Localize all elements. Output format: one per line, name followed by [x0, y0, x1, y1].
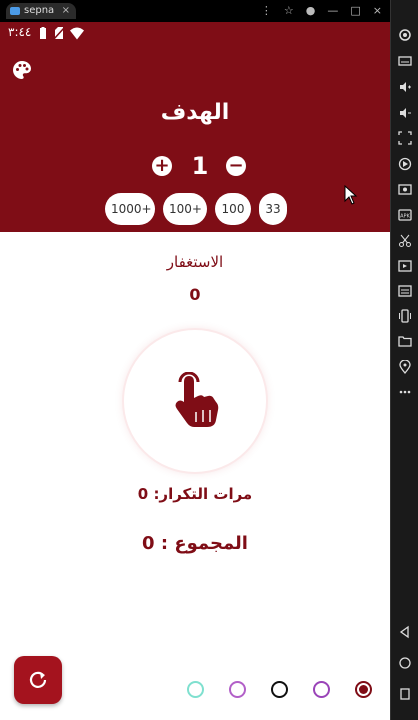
color-option-teal[interactable] [187, 681, 204, 698]
hand-pointer-icon [175, 372, 219, 427]
screenshot-icon[interactable] [398, 182, 412, 196]
color-option-purple[interactable] [229, 681, 246, 698]
apk-install-icon[interactable]: APK [398, 208, 412, 222]
goal-value: 1 [191, 152, 209, 180]
goal-preset-chips: 1000+ 100+ 100 33 [105, 193, 287, 225]
settings-icon[interactable] [398, 28, 412, 42]
no-sim-icon [54, 27, 64, 40]
dhikr-count: 0 [189, 285, 201, 304]
status-icons [38, 27, 84, 40]
chip-100[interactable]: 100 [215, 193, 251, 225]
total-label: المجموع : [160, 533, 248, 554]
color-option-maroon[interactable] [355, 681, 372, 698]
color-option-violet[interactable] [313, 681, 330, 698]
refresh-icon [29, 671, 47, 688]
volume-down-icon[interactable] [398, 106, 412, 120]
emulator-sidebar: APK [390, 0, 418, 720]
maximize-icon[interactable]: □ [350, 2, 360, 20]
record-screen-icon[interactable] [398, 157, 412, 171]
record-icon[interactable]: ● [306, 2, 316, 20]
mirror-toolbar: ⋮ ☆ ● — □ × [261, 2, 382, 20]
status-bar: ٣:٤٤ [0, 22, 390, 46]
shake-icon[interactable] [398, 309, 412, 323]
dhikr-label: الاستغفار [166, 253, 224, 271]
selected-indicator [359, 685, 368, 694]
volume-up-icon[interactable] [398, 80, 412, 94]
minimize-icon[interactable]: — [327, 2, 338, 20]
fullscreen-icon[interactable] [398, 131, 412, 145]
goal-title: الهدف [160, 100, 230, 125]
color-option-black[interactable] [271, 681, 288, 698]
scissors-icon[interactable] [398, 234, 412, 248]
chip-100-plus[interactable]: 100+ [163, 193, 207, 225]
more-menu-icon[interactable]: ⋮ [261, 2, 272, 20]
increment-button[interactable]: + [152, 156, 172, 176]
keyboard-icon[interactable] [398, 54, 412, 68]
more-options-icon[interactable] [398, 385, 412, 399]
mirror-tab-label: sepna [24, 5, 55, 16]
reset-button[interactable] [14, 656, 62, 704]
tab-close-icon[interactable]: × [62, 3, 70, 19]
star-icon[interactable]: ☆ [284, 2, 294, 20]
mirror-tab[interactable]: sepna × [6, 3, 76, 19]
app-screen: sepna × ⋮ ☆ ● — □ × ٣:٤٤ الهدف + 1 − 100… [0, 0, 390, 720]
status-time: ٣:٤٤ [8, 25, 32, 39]
goal-stepper: + 1 − [150, 150, 250, 182]
recents-icon[interactable] [398, 687, 412, 701]
chip-1000-plus[interactable]: 1000+ [105, 193, 155, 225]
repeat-label: مرات التكرار: [153, 485, 253, 503]
home-icon[interactable] [398, 656, 412, 670]
tab-favicon-icon [10, 7, 20, 15]
mouse-cursor-icon [344, 185, 358, 205]
theme-color-picker [187, 681, 372, 698]
mirror-window-bar: sepna × ⋮ ☆ ● — □ × [0, 0, 390, 22]
wifi-icon [70, 27, 84, 40]
close-window-icon[interactable]: × [373, 2, 382, 20]
total-value: 0 [142, 533, 155, 554]
palette-icon[interactable] [10, 58, 34, 82]
tap-counter-button[interactable] [122, 328, 268, 474]
battery-icon [40, 27, 46, 39]
decrement-button[interactable]: − [226, 156, 246, 176]
back-icon[interactable] [398, 625, 412, 639]
sync-icon[interactable] [398, 284, 412, 298]
svg-text:APK: APK [400, 214, 410, 220]
location-icon[interactable] [398, 360, 412, 374]
repeat-value: 0 [137, 485, 149, 503]
folder-icon[interactable] [398, 334, 412, 348]
chip-33[interactable]: 33 [259, 193, 287, 225]
total-count-line: المجموع : 0 [0, 533, 390, 554]
media-icon[interactable] [398, 259, 412, 273]
repeat-count-line: مرات التكرار: 0 [0, 485, 390, 503]
